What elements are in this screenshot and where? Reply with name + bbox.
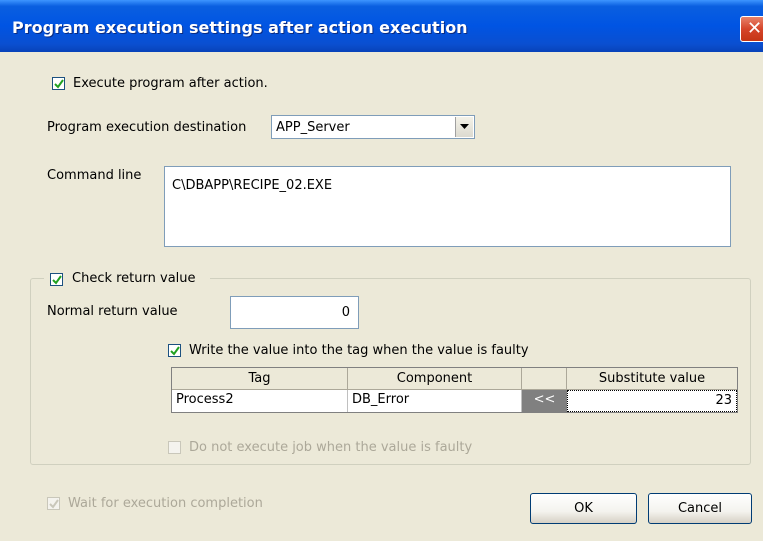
checkmark-icon — [52, 275, 62, 285]
close-icon: ✕ — [747, 18, 763, 39]
check-return-label: Check return value — [72, 271, 196, 286]
execute-after-action-checkbox[interactable] — [52, 77, 65, 90]
header-blank — [522, 368, 567, 390]
check-return-legend: Check return value — [44, 270, 210, 288]
window-title: Program execution settings after action … — [12, 18, 468, 37]
substitute-table: Tag Component Substitute value Process2 … — [171, 367, 738, 413]
command-line-field[interactable]: C\DBAPP\RECIPE_02.EXE — [164, 166, 731, 247]
destination-label: Program execution destination — [47, 120, 247, 135]
checkmark-icon — [49, 499, 59, 509]
dropdown-button[interactable] — [455, 117, 473, 137]
normal-return-value: 0 — [341, 305, 350, 320]
checkmark-icon — [170, 346, 180, 356]
check-return-checkbox[interactable] — [50, 273, 63, 286]
write-faulty-checkbox[interactable] — [168, 344, 181, 357]
header-tag: Tag — [172, 368, 348, 390]
no-job-checkbox[interactable] — [168, 441, 181, 454]
destination-select[interactable]: APP_Server — [271, 115, 475, 139]
execute-after-action-label: Execute program after action. — [73, 76, 268, 91]
ok-button[interactable]: OK — [530, 493, 637, 524]
header-substitute: Substitute value — [567, 368, 737, 390]
checkmark-icon — [54, 79, 64, 89]
close-button[interactable]: ✕ — [740, 16, 763, 42]
chevron-down-icon — [460, 124, 469, 129]
wait-completion-label: Wait for execution completion — [68, 496, 263, 511]
title-bar[interactable]: Program execution settings after action … — [0, 0, 763, 52]
copy-value-button[interactable]: << — [522, 390, 567, 412]
write-faulty-label: Write the value into the tag when the va… — [189, 343, 529, 358]
cell-tag[interactable]: Process2 — [172, 390, 348, 412]
no-job-label: Do not execute job when the value is fau… — [189, 440, 473, 455]
command-line-label: Command line — [47, 168, 142, 183]
normal-return-input[interactable]: 0 — [230, 296, 359, 329]
normal-return-label: Normal return value — [47, 304, 178, 319]
destination-value: APP_Server — [276, 120, 350, 135]
cell-substitute[interactable]: 23 — [567, 390, 737, 412]
cancel-button[interactable]: Cancel — [648, 493, 752, 524]
cell-component[interactable]: DB_Error — [348, 390, 522, 412]
header-component: Component — [348, 368, 522, 390]
dialog-window: Program execution settings after action … — [0, 0, 763, 541]
wait-completion-checkbox[interactable] — [47, 497, 60, 510]
command-line-value: C\DBAPP\RECIPE_02.EXE — [172, 178, 333, 193]
